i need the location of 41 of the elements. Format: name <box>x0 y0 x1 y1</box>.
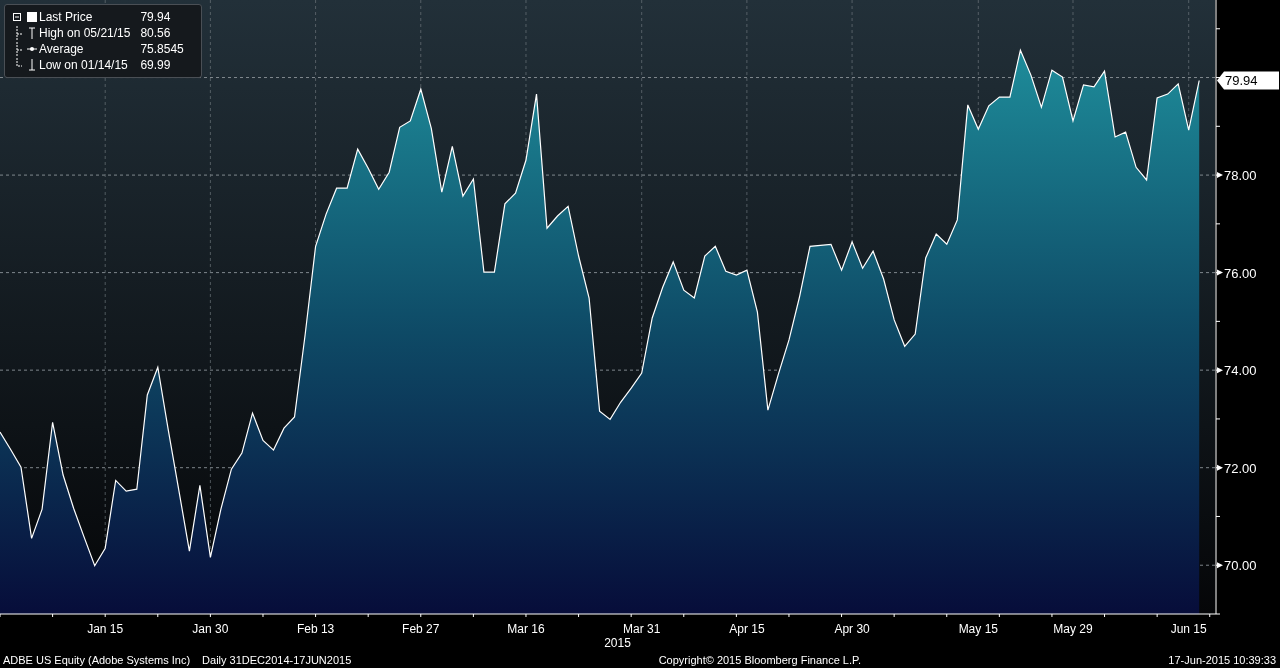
axis-label: Jan 30 <box>192 622 229 636</box>
tick-marker-icon <box>1217 269 1223 276</box>
axis-label: Feb 13 <box>296 622 335 636</box>
square-marker-icon <box>27 10 37 24</box>
legend-value: 69.99 <box>139 57 172 73</box>
axis-label: May 29 <box>1053 622 1093 636</box>
axis-label: Apr 30 <box>834 622 870 636</box>
axis-label: Jun 15 <box>1170 622 1207 636</box>
tick-marker-icon <box>1217 562 1223 569</box>
axis-label: 70.00 <box>1224 558 1257 574</box>
axis-label: May 15 <box>958 622 998 636</box>
legend-label: High on 05/21/15 <box>39 25 131 41</box>
tree-line-icon <box>13 42 23 56</box>
axis-label: Apr 15 <box>729 622 765 636</box>
timestamp-text: 17-Jun-2015 10:39:33 <box>1168 654 1276 666</box>
axis-label: Mar 16 <box>507 622 545 636</box>
legend-label: Average <box>39 41 85 57</box>
legend-value: 75.8545 <box>139 41 185 57</box>
tick-marker-icon <box>1217 367 1223 374</box>
copyright-text: Copyright© 2015 Bloomberg Finance L.P. <box>658 654 861 666</box>
axis-label: 76.00 <box>1224 265 1257 281</box>
last-price-tag: 79.94 <box>1217 71 1279 90</box>
legend-value: 80.56 <box>139 25 172 41</box>
legend-label: Low on 01/14/15 <box>39 57 129 73</box>
axis-label: 72.00 <box>1224 460 1257 476</box>
legend-label: Last Price <box>39 9 94 25</box>
axis-label: Mar 31 <box>623 622 661 636</box>
legend-value: 79.94 <box>139 9 172 25</box>
axis-label: 78.00 <box>1224 168 1257 184</box>
tree-line-icon <box>13 26 23 40</box>
axis-label: Feb 27 <box>402 622 440 636</box>
axis-label: Jan 15 <box>87 622 124 636</box>
axis-title: 2015 <box>604 636 631 650</box>
period-text: Daily 31DEC2014-17JUN2015 <box>202 654 352 666</box>
tick-marker-icon <box>1217 464 1223 471</box>
axis-label: 74.00 <box>1224 363 1257 379</box>
low-marker-icon <box>27 58 37 72</box>
high-marker-icon <box>27 26 37 40</box>
collapse-icon[interactable] <box>13 10 23 24</box>
tick-marker-icon <box>1217 172 1223 179</box>
security-name: ADBE US Equity (Adobe Systems Inc) <box>3 654 191 666</box>
